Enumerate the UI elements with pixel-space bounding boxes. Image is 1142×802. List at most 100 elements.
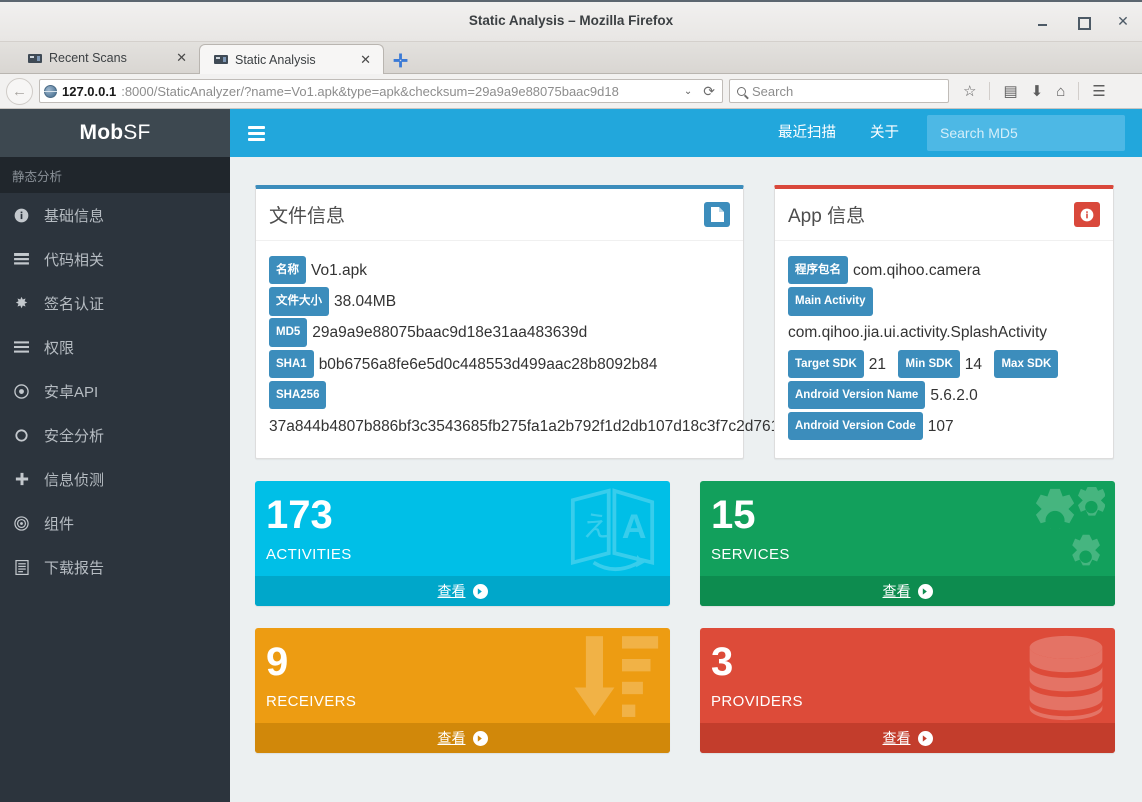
file-info-header: 文件信息 [256,189,743,241]
row-label: Main Activity [788,287,873,316]
tile-footer-link[interactable]: 查看 [700,576,1115,607]
download-icon[interactable]: ⬇ [1031,84,1044,99]
toolbar-icons: ☆ ▤ ⬇ ⌂ ☰ [955,82,1106,100]
brand-sf: SF [123,121,151,144]
sidebar-toggle-icon[interactable] [248,125,265,141]
bars-icon [13,341,30,353]
app-info-row: Main Activity com.qihoo.jia.ui.activity.S… [788,286,1100,348]
file-info-row: SHA256 37a844b4807b886bf3c3543685fb275fa1… [269,380,797,442]
url-bar[interactable]: 127.0.0.1 :8000/StaticAnalyzer/?name=Vo1… [39,79,723,103]
row-label: MD5 [269,318,308,347]
sidebar-item-security-analysis[interactable]: 安全分析 [0,413,230,457]
sidebar-item-android-api[interactable]: 安卓API [0,369,230,413]
browser-search-placeholder: Search [752,83,794,99]
app-info-row-sdk: Target SDK 21 Min SDK 14 Max SDK [788,349,1100,380]
row-label: Android Version Name [788,380,926,410]
nav-link-recent-scans[interactable]: 最近扫描 [761,109,853,157]
arrow-right-icon [472,730,488,746]
nav-link-about[interactable]: 关于 [853,109,916,157]
globe-icon [44,84,57,98]
tab-bar: Recent Scans ✕ Static Analysis ✕ ✛ [0,42,1142,74]
chevron-down-icon[interactable]: ⌄ [681,86,695,97]
url-path: :8000/StaticAnalyzer/?name=Vo1.apk&type=… [121,83,619,99]
window-title: Static Analysis – Mozilla Firefox [468,13,674,28]
stat-tile-providers[interactable]: 3 PROVIDERS 查看 [700,628,1115,754]
file-info-row: MD5 29a9a9e88075baac9d18e31aa483639d [269,317,730,348]
sidebar-item-label: 下载报告 [44,559,105,577]
md5-search-input[interactable] [927,115,1125,151]
arrow-right-icon [917,583,933,599]
top-navbar: 最近扫描 关于 [230,109,1142,157]
row-value: com.qihoo.jia.ui.activity.SplashActivity [788,324,1048,342]
sidebar-item-components[interactable]: 组件 [0,501,230,545]
row-value: 21 [868,355,887,373]
toolbar-divider [989,82,991,100]
row-value: b0b6756a8fe6e5d0c448553d499aac28b8092b84 [318,355,658,373]
stat-tile-services[interactable]: 15 SERVICES 查看 [700,481,1115,607]
home-icon[interactable]: ⌂ [1056,84,1065,99]
tile-footer-link[interactable]: 查看 [700,723,1115,754]
tile-footer-label: 查看 [437,730,466,747]
tab-close-icon[interactable]: ✕ [358,52,373,68]
browser-search-input[interactable]: Search [729,79,949,103]
row-label: Min SDK [898,349,960,379]
tab-close-icon[interactable]: ✕ [174,50,189,66]
app-info-title: App 信息 [788,206,866,227]
row-value: com.qihoo.camera [853,262,981,279]
titlebar: Static Analysis – Mozilla Firefox ✕ [0,0,1142,42]
sidebar-item-basic-info[interactable]: 基础信息 [0,193,230,237]
stat-tile-activities[interactable]: 173 ACTIVITIES え A 查看 [255,481,670,607]
cogs-icon [1007,485,1106,576]
sidebar-item-info-detection[interactable]: 信息侦测 [0,457,230,501]
sidebar-item-code-related[interactable]: 代码相关 [0,237,230,281]
tile-footer-label: 查看 [882,583,911,600]
row-label: 文件大小 [269,287,329,316]
tile-footer-link[interactable]: 查看 [255,723,670,754]
navigation-toolbar: ← 127.0.0.1 :8000/StaticAnalyzer/?name=V… [0,74,1142,109]
stat-tiles-right-column: 15 SERVICES 查看 3 PROVIDERS 查看 [700,481,1115,754]
sidebar-item-download-report[interactable]: 下载报告 [0,545,230,589]
circle-outline-icon [13,428,30,442]
library-icon[interactable]: ▤ [1003,84,1017,99]
row-value: Vo1.apk [311,262,368,279]
bookmark-star-icon[interactable]: ☆ [963,84,976,99]
stat-tile-receivers[interactable]: 9 RECEIVERS 查看 [255,628,670,754]
page-content: Mob SF 静态分析 基础信息 代码相关 ✸ 签名认证 权限 安卓API 安全… [0,109,1142,802]
sidebar-item-label: 基础信息 [44,207,105,225]
database-icon [1027,634,1105,723]
app-info-row: Android Version Code 107 [788,411,1100,442]
sidebar-item-permissions[interactable]: 权限 [0,325,230,369]
arrow-right-icon [472,583,488,599]
new-tab-icon[interactable]: ✛ [384,52,417,73]
back-icon[interactable]: ← [6,77,33,105]
close-icon[interactable]: ✕ [1114,12,1132,30]
row-value: 37a844b4807b886bf3c3543685fb275fa1a2b792… [269,418,797,436]
browser-window: Static Analysis – Mozilla Firefox ✕ Rece… [0,0,1142,802]
tab-static-analysis[interactable]: Static Analysis ✕ [199,44,384,74]
row-value: 38.04MB [334,293,397,311]
tab-label: Static Analysis [235,52,316,67]
svg-text:え: え [582,511,610,543]
sidebar: Mob SF 静态分析 基础信息 代码相关 ✸ 签名认证 权限 安卓API 安全… [0,109,230,802]
sidebar-item-signature[interactable]: ✸ 签名认证 [0,281,230,325]
dashboard: 文件信息 名称 Vo1.apk 文件大小 38.04MB MD5 29a9a9e880… [230,157,1142,754]
tile-top: 9 RECEIVERS [255,628,670,723]
file-text-icon [13,559,30,575]
dot-circle-icon [13,383,30,399]
minimize-icon[interactable] [1034,12,1052,30]
row-label: 程序包名 [788,256,848,285]
language-icon: え A [565,487,660,576]
app-info-row: 程序包名 com.qihoo.camera [788,255,1100,286]
window-controls: ✕ [1034,0,1132,42]
tab-recent-scans[interactable]: Recent Scans ✕ [14,43,199,73]
topnav-right: 最近扫描 关于 [761,109,1142,157]
maximize-icon[interactable] [1074,12,1092,30]
tile-footer-link[interactable]: 查看 [255,576,670,607]
brand-logo[interactable]: Mob SF [0,109,230,157]
stat-tiles: 173 ACTIVITIES え A 查看 9 RECEIVERS 查看 15 … [255,481,1115,754]
reload-icon[interactable]: ⟳ [700,83,718,100]
hamburger-menu-icon[interactable]: ☰ [1092,84,1105,99]
plus-icon [13,472,30,486]
row-label: SHA256 [269,380,327,410]
sidebar-item-label: 权限 [44,339,75,357]
